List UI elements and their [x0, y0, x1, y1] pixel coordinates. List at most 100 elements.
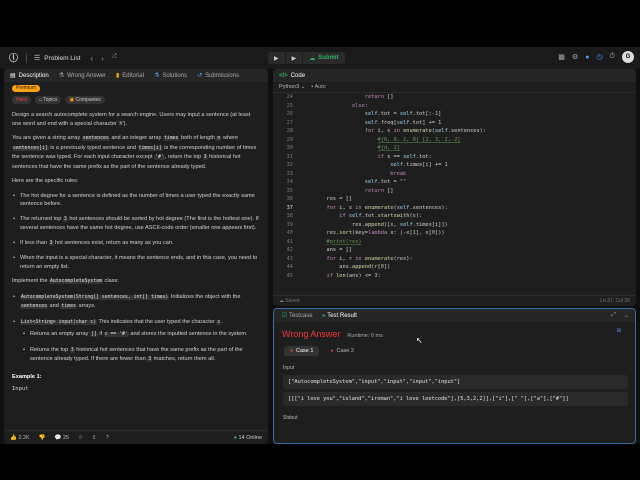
inline-code: times — [162, 136, 180, 141]
comments-button[interactable]: 💬 25 — [55, 435, 70, 441]
top-right-actions: ▦ ⚙ ● ◷ ⏱ G — [558, 51, 634, 63]
text: Implement the — [12, 278, 49, 284]
inline-code: sentences[i] — [12, 145, 49, 151]
chevron-right-icon[interactable]: › — [101, 54, 104, 63]
line-number: 30 — [286, 145, 293, 151]
companies-chip[interactable]: ▣ Companies — [65, 96, 105, 104]
run-button[interactable]: ▶ — [285, 52, 303, 64]
tab-label: Testcase — [288, 313, 313, 319]
tab-editorial[interactable]: ▮ Editorial — [116, 72, 144, 80]
code-line: res.sort(key=lambda x: (-x[1], x[0])) — [301, 230, 445, 236]
line-number: 25 — [286, 102, 293, 109]
list-item: Returns an empty array [] if c == '#' an… — [20, 330, 260, 340]
language-select[interactable]: Python3 ⌄ — [279, 84, 305, 90]
leetcode-logo-icon[interactable]: ⓛ — [9, 53, 19, 63]
tab-description[interactable]: ▤ Description — [10, 72, 49, 80]
divider — [26, 53, 27, 63]
line-number: 36 — [286, 196, 293, 202]
problem-list-link[interactable]: Problem List — [44, 55, 80, 62]
input-value-line-2: [[["i love you","island","iroman","i lov… — [283, 392, 628, 406]
list-item: If less than 3 hot sentences exist, retu… — [12, 239, 260, 249]
code-line: for i, s in enumerate(self.sentences): — [326, 204, 448, 211]
case-label: Case 1 — [296, 348, 314, 354]
code-line: else: — [352, 102, 368, 109]
auto-mode-toggle[interactable]: ▪ Auto — [311, 84, 326, 90]
code-line: self.tot = self.tot[:-1] — [364, 111, 442, 117]
line-number: 27 — [286, 119, 293, 126]
rules-list: The hot degree for a sentence is defined… — [12, 192, 260, 272]
panel-controls: ⤢ ⌄ — [611, 312, 629, 319]
terminal-icon: ▸ — [322, 313, 326, 319]
code-header: </> Code — [273, 69, 636, 82]
code-line: if self.tot.startswith(s): — [339, 213, 423, 219]
tab-test-result[interactable]: ▸ Test Result — [323, 312, 357, 319]
dislike-button[interactable]: 👎 — [39, 435, 46, 441]
lock-icon: ▣ — [69, 97, 75, 103]
checkbox-icon: ☑ — [282, 313, 288, 319]
text: if — [97, 331, 104, 337]
share-button[interactable]: ⇪ — [92, 435, 97, 441]
maximize-icon[interactable]: ⤢ — [611, 312, 616, 319]
inline-code: AutocompleteSystem — [49, 279, 103, 284]
code-line: for i, r in enumerate(res): — [326, 255, 413, 262]
line-number: 34 — [286, 179, 293, 185]
clock-icon[interactable]: ◷ — [596, 53, 602, 61]
online-dot-icon: ● — [233, 434, 237, 441]
mode-label: Auto — [314, 84, 326, 90]
favorite-button[interactable]: ☆ — [78, 435, 83, 441]
code-line: for i, s in enumerate(self.sentences): — [364, 128, 487, 134]
line-number: 28 — [286, 128, 293, 134]
inline-code: '#' — [154, 155, 165, 160]
stdout-label: Stdout — [283, 415, 298, 421]
layout-icon[interactable]: ▦ — [558, 53, 565, 61]
text: and — [48, 303, 61, 309]
app-window: ⓛ ☰ Problem List ‹ › ⤮ ▶ ▶ ☁ Submit ▦ ⚙ ●… — [0, 47, 640, 444]
case-1-tab[interactable]: ● Case 1 — [284, 346, 320, 356]
code-editor[interactable]: 24 return [] 25 else: 26 self.tot = self… — [273, 94, 636, 294]
cloud-upload-icon: ☁ — [309, 55, 316, 62]
shuffle-icon[interactable]: ⤮ — [112, 54, 117, 63]
tab-submissions[interactable]: ↺ Submissions — [197, 72, 240, 80]
tag-icon: ⌂ — [38, 97, 42, 103]
settings-icon[interactable]: ⚙ — [572, 53, 578, 61]
inline-code: c == '#' — [103, 332, 129, 337]
tab-label: Submissions — [205, 72, 240, 79]
line-number: 39 — [286, 221, 293, 228]
notification-icon[interactable]: ● — [585, 54, 589, 61]
online-count: ● 14 Online — [234, 435, 262, 441]
line-number: 44 — [286, 264, 293, 270]
avatar[interactable]: G — [622, 51, 634, 63]
line-number: 41 — [286, 238, 293, 245]
tab-wrong-answer[interactable]: ⚗ Wrong Answer — [59, 72, 106, 80]
run-submit-group: ▶ ▶ ☁ Submit — [268, 52, 345, 64]
tab-solutions[interactable]: ⚗ Solutions — [154, 72, 187, 80]
timer-icon[interactable]: ⏱ — [610, 53, 615, 61]
list-icon[interactable]: ☰ — [34, 54, 40, 62]
top-bar: ⓛ ☰ Problem List ‹ › ⤮ ▶ ▶ ☁ Submit ▦ ⚙ ●… — [0, 47, 640, 69]
collapse-icon[interactable]: ⌄ — [624, 312, 629, 319]
submit-label: Submit — [318, 55, 339, 61]
verdict-row: Wrong Answer Runtime: 0 ms — [274, 322, 635, 339]
inline-code: times[i] — [137, 145, 163, 151]
tab-testcase[interactable]: ☑ Testcase — [282, 312, 313, 319]
text: where — [221, 135, 239, 141]
help-button[interactable]: ? — [106, 435, 109, 441]
like-button[interactable]: 👍 2.2K — [10, 435, 30, 441]
text: If less than — [20, 239, 49, 246]
list-item: The hot degree for a sentence is defined… — [12, 192, 260, 209]
line-number: 35 — [286, 187, 293, 194]
example-title: Example 1: — [12, 373, 42, 380]
code-line: res.append([s, self.times[i]]) — [301, 221, 448, 228]
text: arrays. — [76, 303, 96, 309]
case-2-tab[interactable]: ● Case 2 — [324, 346, 359, 356]
topics-chip[interactable]: ⌂ Topics — [34, 96, 62, 104]
debug-button[interactable]: ▶ — [268, 52, 285, 64]
list-item: When the input is a special character, i… — [12, 254, 260, 271]
diff-toggle-icon[interactable]: ⊞ — [617, 328, 621, 334]
chevron-left-icon[interactable]: ‹ — [90, 54, 93, 63]
tab-label: Wrong Answer — [67, 72, 106, 79]
submit-button[interactable]: ☁ Submit — [303, 52, 345, 64]
line-number: 32 — [286, 162, 293, 168]
help-icon: ? — [105, 434, 109, 441]
rules-intro: Here are the specific rules: — [12, 178, 79, 184]
